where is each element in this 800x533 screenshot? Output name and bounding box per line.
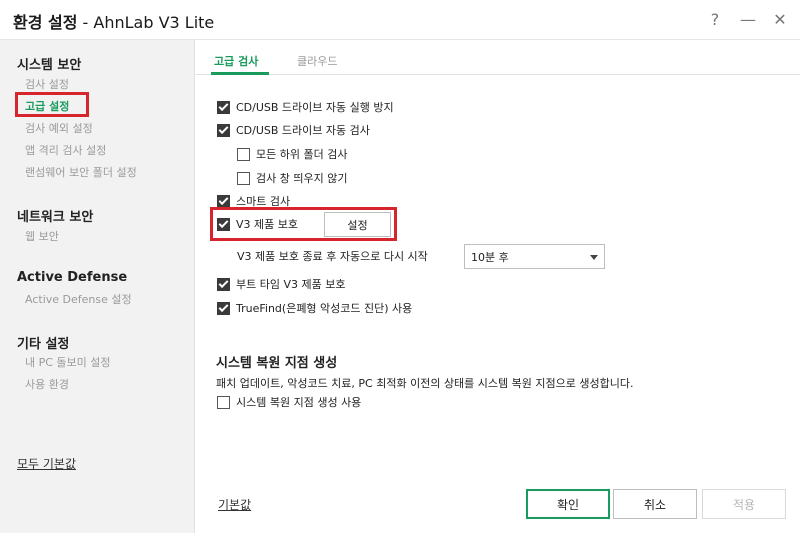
tab-bar (196, 40, 800, 75)
label-cd-autoscan: CD/USB 드라이브 자동 검사 (236, 124, 370, 137)
window-title-rest: - AhnLab V3 Lite (77, 13, 215, 32)
option-truefind: TrueFind(은폐형 악성코드 진단) 사용 (217, 300, 412, 316)
restart-delay-value: 10분 후 (471, 250, 509, 264)
window-title-bold: 환경 설정 (13, 13, 78, 32)
checkbox-cd-autoscan[interactable] (217, 123, 230, 137)
restore-section-description: 패치 업데이트, 악성코드 치료, PC 최적화 이전의 상태를 시스템 복원 … (216, 377, 634, 390)
checkbox-smart-scan[interactable] (217, 194, 230, 208)
tab-cloud[interactable]: 클라우드 (297, 53, 337, 69)
sidebar-section-network-security: 네트워크 보안 (17, 210, 94, 225)
sidebar-item-scan-exclusions[interactable]: 검사 예외 설정 (25, 120, 93, 136)
close-icon[interactable]: ✕ (769, 9, 791, 31)
restore-section-title: 시스템 복원 지점 생성 (216, 356, 338, 371)
sidebar-item-environment[interactable]: 사용 환경 (25, 376, 69, 392)
chevron-down-icon (590, 255, 598, 260)
restart-delay-select[interactable]: 10분 후 (464, 244, 605, 269)
ok-button[interactable]: 확인 (526, 489, 610, 519)
checkbox-cd-autorun-block[interactable] (217, 100, 230, 114)
checkbox-truefind[interactable] (217, 301, 230, 315)
checkbox-boot-time-protect[interactable] (217, 277, 230, 291)
sidebar-item-app-isolation[interactable]: 앱 격리 검사 설정 (25, 142, 106, 158)
label-boot-time-protect: 부트 타임 V3 제품 보호 (236, 278, 346, 291)
checkbox-all-subfolders[interactable] (237, 147, 250, 161)
sidebar-item-pc-care[interactable]: 내 PC 돌보미 설정 (25, 354, 111, 370)
sidebar-item-web-security[interactable]: 웹 보안 (25, 228, 59, 244)
label-no-scan-window: 검사 창 띄우지 않기 (256, 172, 348, 185)
checkbox-restore-point[interactable] (217, 395, 230, 409)
window-title: 환경 설정 - AhnLab V3 Lite (13, 9, 214, 33)
sidebar-section-other-settings: 기타 설정 (17, 337, 70, 352)
sidebar-section-system-security: 시스템 보안 (17, 58, 82, 73)
reset-all-link[interactable]: 모두 기본값 (17, 455, 76, 472)
option-cd-autorun-block: CD/USB 드라이브 자동 실행 방지 (217, 99, 394, 115)
tab-advanced-scan[interactable]: 고급 검사 (214, 53, 258, 69)
sidebar-item-active-defense-settings[interactable]: Active Defense 설정 (25, 291, 132, 307)
apply-button[interactable]: 적용 (702, 489, 786, 519)
option-restore-point: 시스템 복원 지점 생성 사용 (217, 394, 361, 410)
option-all-subfolders: 모든 하위 폴더 검사 (237, 146, 347, 162)
checkbox-no-scan-window[interactable] (237, 171, 250, 185)
option-boot-time-protect: 부트 타임 V3 제품 보호 (217, 276, 345, 292)
cancel-button[interactable]: 취소 (613, 489, 697, 519)
option-no-scan-window: 검사 창 띄우지 않기 (237, 170, 347, 186)
label-truefind: TrueFind(은폐형 악성코드 진단) 사용 (236, 302, 413, 315)
restart-label: V3 제품 보호 종료 후 자동으로 다시 시작 (237, 250, 428, 263)
sidebar-highlight-box (15, 92, 89, 117)
sidebar-item-scan-settings[interactable]: 검사 설정 (25, 76, 69, 92)
help-icon[interactable]: ? (704, 9, 726, 31)
label-restore-point: 시스템 복원 지점 생성 사용 (236, 396, 362, 409)
minimize-icon[interactable]: — (737, 9, 759, 31)
label-cd-autorun-block: CD/USB 드라이브 자동 실행 방지 (236, 101, 394, 114)
reset-defaults-link[interactable]: 기본값 (218, 496, 251, 513)
sidebar-item-ransomware-folder[interactable]: 랜섬웨어 보안 폴더 설정 (25, 164, 137, 180)
title-bar: 환경 설정 - AhnLab V3 Lite ? — ✕ (0, 0, 800, 40)
option-cd-autoscan: CD/USB 드라이브 자동 검사 (217, 122, 370, 138)
label-all-subfolders: 모든 하위 폴더 검사 (256, 148, 348, 161)
active-tab-indicator (211, 72, 269, 75)
sidebar-section-active-defense: Active Defense (17, 270, 128, 285)
v3-protect-highlight-box (210, 207, 397, 241)
